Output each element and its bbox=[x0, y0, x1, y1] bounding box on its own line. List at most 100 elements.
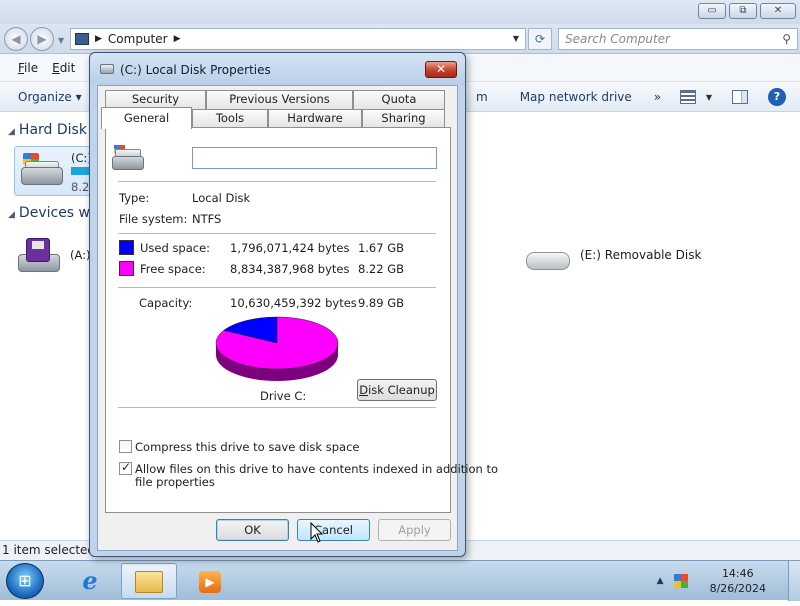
show-hidden-icons-icon[interactable]: ▲ bbox=[657, 576, 664, 586]
restore-button[interactable]: ⧉ bbox=[729, 3, 757, 19]
system-tray: ▲ 14:46 8/26/2024 bbox=[657, 561, 800, 601]
taskbar: ⊞ e ▶ ▲ 14:46 8/26/2024 bbox=[0, 560, 800, 601]
drive-e-item[interactable]: (E:) Removable Disk bbox=[524, 244, 704, 278]
view-dropdown-icon[interactable]: ▼ bbox=[706, 93, 712, 102]
show-desktop-button[interactable] bbox=[788, 561, 800, 601]
organize-button[interactable]: Organize ▾ bbox=[18, 90, 82, 104]
explorer-taskbar-button[interactable] bbox=[121, 563, 177, 599]
back-button[interactable]: ◀ bbox=[4, 27, 28, 51]
separator bbox=[118, 181, 436, 182]
search-icon[interactable]: ⚲ bbox=[782, 29, 791, 49]
separator bbox=[118, 287, 436, 288]
hard-disk-icon bbox=[19, 153, 65, 189]
close-button[interactable]: ✕ bbox=[760, 3, 796, 19]
internet-explorer-icon: e bbox=[82, 566, 98, 595]
index-label-line1[interactable]: Allow files on this drive to have conten… bbox=[135, 462, 498, 476]
breadcrumb-computer[interactable]: Computer bbox=[108, 32, 168, 46]
section-devices[interactable]: ◢ Devices w bbox=[8, 205, 90, 221]
tab-general[interactable]: General bbox=[101, 107, 192, 129]
free-space-gb: 8.22 GB bbox=[357, 262, 404, 276]
forward-button[interactable]: ▶ bbox=[30, 27, 54, 51]
type-label: Type: bbox=[119, 191, 150, 205]
used-space-bytes: 1,796,071,424 bytes bbox=[230, 241, 350, 255]
folder-icon bbox=[135, 571, 163, 593]
change-view-icon[interactable] bbox=[679, 90, 696, 104]
compress-checkbox[interactable] bbox=[119, 440, 132, 453]
map-network-drive-button[interactable]: Map network drive bbox=[520, 90, 632, 104]
index-label-line2[interactable]: file properties bbox=[135, 475, 215, 489]
section-title: Devices w bbox=[18, 205, 90, 221]
index-checkbox[interactable] bbox=[119, 460, 132, 475]
media-player-icon: ▶ bbox=[199, 571, 221, 593]
help-icon[interactable]: ? bbox=[768, 88, 786, 106]
cancel-button[interactable]: Cancel bbox=[297, 519, 370, 541]
drive-name-input[interactable] bbox=[192, 147, 437, 169]
collapse-icon[interactable]: ◢ bbox=[8, 210, 15, 220]
internet-explorer-taskbar-button[interactable]: e bbox=[62, 563, 118, 599]
type-value: Local Disk bbox=[192, 191, 251, 205]
ok-button[interactable]: OK bbox=[216, 519, 289, 541]
compress-label[interactable]: Compress this drive to save disk space bbox=[135, 440, 359, 454]
apply-button[interactable]: Apply bbox=[378, 519, 451, 541]
separator bbox=[118, 407, 436, 408]
clock[interactable]: 14:46 8/26/2024 bbox=[710, 566, 766, 596]
more-commands-button[interactable]: » bbox=[654, 90, 661, 104]
drive-a-item[interactable]: (A:) bbox=[14, 234, 94, 278]
tab-sharing[interactable]: Sharing bbox=[362, 109, 445, 128]
section-hard-disk[interactable]: ◢ Hard Disk bbox=[8, 122, 87, 138]
dialog-titlebar[interactable]: (C:) Local Disk Properties ✕ bbox=[90, 53, 465, 85]
drive-icon bbox=[100, 64, 114, 74]
drive-label: Drive C: bbox=[260, 389, 307, 403]
tab-previous-versions[interactable]: Previous Versions bbox=[206, 90, 353, 109]
used-space-swatch bbox=[119, 240, 134, 255]
clock-time: 14:46 bbox=[721, 567, 754, 580]
tab-tools[interactable]: Tools bbox=[192, 109, 268, 128]
floppy-drive-icon bbox=[16, 238, 62, 272]
capacity-gb: 9.89 GB bbox=[357, 296, 404, 310]
tab-hardware[interactable]: Hardware bbox=[268, 109, 362, 128]
computer-icon bbox=[75, 33, 89, 45]
address-dropdown-icon[interactable]: ▼ bbox=[513, 34, 519, 43]
search-placeholder: Search Computer bbox=[565, 32, 670, 46]
toolbar-item-partial[interactable]: m bbox=[476, 90, 488, 104]
dialog-close-button[interactable]: ✕ bbox=[425, 61, 457, 78]
search-input[interactable]: Search Computer ⚲ bbox=[558, 28, 798, 50]
breadcrumb-separator: ▶ bbox=[95, 34, 102, 44]
drive-a-label: (A:) bbox=[70, 248, 91, 262]
drive-e-label: (E:) Removable Disk bbox=[580, 248, 702, 262]
minimize-button[interactable]: ▭ bbox=[698, 3, 726, 19]
free-space-label: Free space: bbox=[140, 262, 206, 276]
breadcrumb-separator[interactable]: ▶ bbox=[174, 34, 181, 44]
start-button[interactable]: ⊞ bbox=[6, 563, 44, 599]
clock-date: 8/26/2024 bbox=[709, 582, 766, 595]
menu-edit[interactable]: Edit bbox=[52, 61, 75, 75]
explorer-titlebar: ▭ ⧉ ✕ bbox=[0, 0, 800, 24]
hard-disk-icon bbox=[112, 145, 146, 174]
removable-disk-icon bbox=[524, 244, 570, 274]
action-center-flag-icon[interactable] bbox=[673, 574, 688, 588]
properties-dialog: (C:) Local Disk Properties ✕ Security Pr… bbox=[89, 52, 498, 557]
disk-cleanup-button[interactable]: Disk Cleanup bbox=[357, 379, 437, 401]
recent-pages-dropdown-icon[interactable]: ▼ bbox=[58, 36, 64, 45]
media-player-taskbar-button[interactable]: ▶ bbox=[182, 563, 238, 599]
free-space-swatch bbox=[119, 261, 134, 276]
refresh-button[interactable]: ⟳ bbox=[528, 28, 552, 50]
tab-quota[interactable]: Quota bbox=[353, 90, 445, 109]
separator bbox=[118, 233, 436, 234]
capacity-label: Capacity: bbox=[139, 296, 193, 310]
dialog-title: (C:) Local Disk Properties bbox=[120, 63, 271, 77]
used-space-label: Used space: bbox=[140, 241, 211, 255]
menu-file[interactable]: File bbox=[18, 61, 38, 75]
collapse-icon[interactable]: ◢ bbox=[8, 127, 15, 137]
address-row: ◀ ▶ ▼ ▶ Computer ▶ ▼ ⟳ Search Computer ⚲ bbox=[0, 24, 800, 54]
used-space-gb: 1.67 GB bbox=[357, 241, 404, 255]
mouse-cursor-icon bbox=[310, 522, 324, 543]
file-system-value: NTFS bbox=[192, 212, 222, 226]
file-system-label: File system: bbox=[119, 212, 188, 226]
free-space-bytes: 8,834,387,968 bytes bbox=[230, 262, 350, 276]
capacity-bytes: 10,630,459,392 bytes bbox=[230, 296, 357, 310]
preview-pane-icon[interactable] bbox=[732, 90, 748, 104]
address-bar[interactable]: ▶ Computer ▶ ▼ bbox=[70, 28, 526, 50]
disk-usage-pie-chart bbox=[215, 316, 339, 381]
drive-c-item[interactable]: (C:) 8.22 bbox=[14, 146, 97, 196]
